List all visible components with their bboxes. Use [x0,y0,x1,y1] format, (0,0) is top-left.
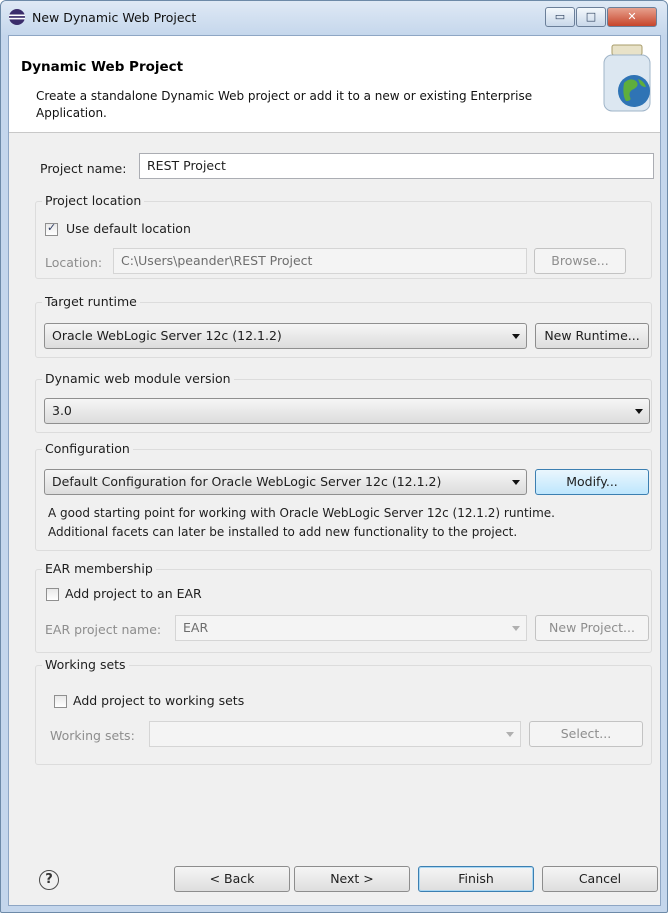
project-name-label: Project name: [40,161,127,176]
minimize-button[interactable]: ▭ [545,7,575,27]
working-sets-group: Working sets [35,657,652,765]
ear-membership-title: EAR membership [42,561,156,576]
module-version-select[interactable]: 3.0 [44,398,650,424]
chevron-down-icon [512,480,520,485]
next-button[interactable]: Next > [294,866,410,892]
target-runtime-select[interactable]: Oracle WebLogic Server 12c (12.1.2) [44,323,527,349]
dialog-window: New Dynamic Web Project ▭ □ ✕ Dynamic We… [0,0,668,913]
new-project-button[interactable]: New Project... [535,615,649,641]
wizard-content: Dynamic Web Project Create a standalone … [8,35,661,906]
select-button[interactable]: Select... [529,721,643,747]
configuration-description-line1: A good starting point for working with O… [48,506,555,520]
chevron-down-icon [635,409,643,414]
working-sets-title: Working sets [42,657,129,672]
working-sets-label: Working sets: [50,728,135,743]
page-description: Create a standalone Dynamic Web project … [36,89,533,120]
finish-button[interactable]: Finish [418,866,534,892]
back-button[interactable]: < Back [174,866,290,892]
target-runtime-value: Oracle WebLogic Server 12c (12.1.2) [52,328,282,343]
module-version-title: Dynamic web module version [42,371,234,386]
browse-button[interactable]: Browse... [534,248,626,274]
add-to-ear-label: Add project to an EAR [65,586,202,601]
project-location-title: Project location [42,193,145,208]
modify-button[interactable]: Modify... [535,469,649,495]
location-label: Location: [45,255,103,270]
eclipse-icon [9,9,25,25]
target-runtime-title: Target runtime [42,294,140,309]
cancel-button[interactable]: Cancel [542,866,658,892]
module-version-value: 3.0 [52,403,72,418]
configuration-select[interactable]: Default Configuration for Oracle WebLogi… [44,469,527,495]
project-name-field[interactable]: REST Project [139,153,654,179]
new-runtime-button[interactable]: New Runtime... [535,323,649,349]
page-title: Dynamic Web Project [21,59,184,75]
use-default-location-label: Use default location [66,221,191,236]
working-sets-select[interactable] [149,721,521,747]
add-to-ear-checkbox[interactable] [46,588,59,601]
close-button[interactable]: ✕ [607,7,657,27]
use-default-location-checkbox[interactable]: ✓ [45,221,58,236]
add-to-working-sets-label: Add project to working sets [73,693,245,708]
configuration-value: Default Configuration for Oracle WebLogi… [52,474,442,489]
add-to-working-sets-checkbox[interactable] [54,695,67,708]
chevron-down-icon [512,626,520,631]
web-project-wizard-icon [603,44,651,112]
chevron-down-icon [506,732,514,737]
wizard-header: Dynamic Web Project Create a standalone … [9,36,660,133]
checkmark-icon: ✓ [47,221,57,234]
configuration-description-line2: Additional facets can later be installed… [48,525,518,539]
maximize-button[interactable]: □ [576,7,606,27]
window-title: New Dynamic Web Project [32,10,197,25]
title-bar[interactable]: New Dynamic Web Project ▭ □ ✕ [1,1,667,35]
chevron-down-icon [512,334,520,339]
configuration-title: Configuration [42,441,133,456]
ear-project-name-value: EAR [183,620,209,635]
ear-project-name-label: EAR project name: [45,622,162,637]
location-field[interactable]: C:\Users\peander\REST Project [113,248,527,274]
help-icon[interactable]: ? [39,870,59,890]
ear-project-name-select[interactable]: EAR [175,615,527,641]
